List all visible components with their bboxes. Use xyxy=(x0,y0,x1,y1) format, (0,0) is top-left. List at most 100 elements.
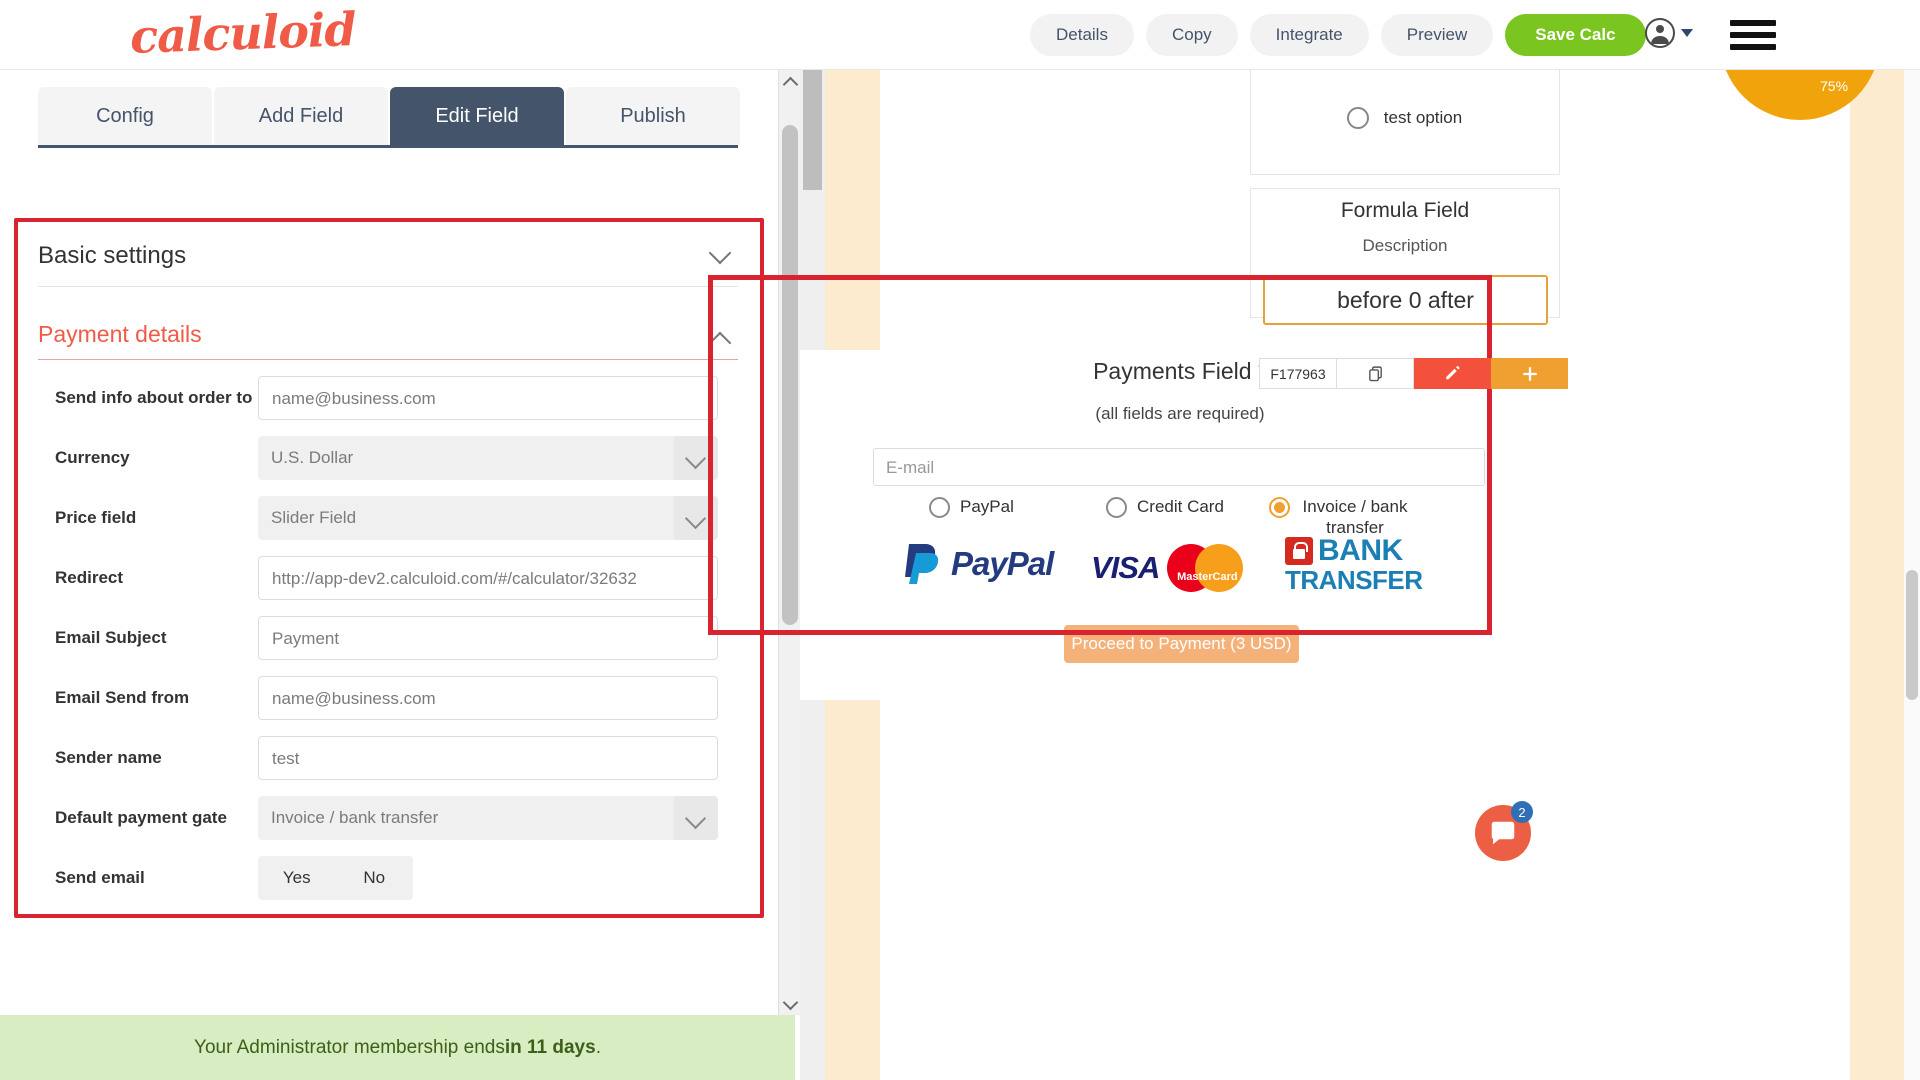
field-label: Price field xyxy=(55,508,137,527)
scrollbar-thumb[interactable] xyxy=(1906,570,1918,700)
banner-suffix: . xyxy=(595,1036,601,1058)
mastercard-logo: MasterCard xyxy=(1167,544,1244,592)
page-scrollbar[interactable] xyxy=(1904,70,1920,1080)
preview-canvas: 75% Payments Field * F177963 xyxy=(800,70,1920,1080)
chevron-down-icon[interactable] xyxy=(712,243,730,261)
send-email-toggle[interactable]: Yes No xyxy=(258,856,413,900)
payment-method-paypal[interactable]: PayPal xyxy=(929,496,1014,518)
field-label: Send email xyxy=(55,868,145,887)
tab-add-field[interactable]: Add Field xyxy=(214,87,388,145)
price-field-select[interactable]: Slider Field xyxy=(258,496,718,540)
payments-field-subtitle: (all fields are required) xyxy=(1095,404,1265,423)
copy-button[interactable]: Copy xyxy=(1145,14,1238,56)
paypal-logo: PayPal xyxy=(901,540,1054,588)
currency-select[interactable]: U.S. Dollar xyxy=(258,436,718,480)
tabs-underline xyxy=(38,145,738,148)
chevron-down-icon xyxy=(674,436,718,480)
editor-scrollbar[interactable] xyxy=(778,70,801,1015)
field-toolbar: F177963 xyxy=(1259,358,1568,389)
scrollbar-thumb[interactable] xyxy=(782,125,798,625)
mastercard-text: MasterCard xyxy=(1177,571,1238,583)
calculator-preview: 75% Payments Field * F177963 xyxy=(800,70,1920,1080)
bank-logo-line1: BANK xyxy=(1318,534,1403,567)
calculoid-logo[interactable]: calculoid xyxy=(129,2,356,64)
payment-method-credit-card[interactable]: Credit Card xyxy=(1106,496,1224,518)
scroll-down-icon[interactable] xyxy=(779,993,801,1015)
chevron-down-icon xyxy=(674,796,718,840)
copy-field-button[interactable] xyxy=(1337,358,1414,389)
user-menu[interactable] xyxy=(1645,18,1693,48)
pencil-icon xyxy=(1445,365,1460,379)
plus-icon xyxy=(1522,366,1537,381)
donut-label: 75% xyxy=(1820,78,1849,94)
payment-method-label: PayPal xyxy=(960,497,1014,516)
save-calc-button[interactable]: Save Calc xyxy=(1505,14,1646,56)
integrate-button[interactable]: Integrate xyxy=(1249,14,1369,56)
payment-logos: PayPal VISA MasterCard BANK TRANSFER xyxy=(873,536,1485,598)
default-payment-gate-value: Invoice / bank transfer xyxy=(271,808,439,827)
test-option-card: test option xyxy=(1250,70,1560,175)
field-label: Default payment gate xyxy=(55,808,227,827)
paypal-text: PayPal xyxy=(951,545,1054,582)
tab-edit-field[interactable]: Edit Field xyxy=(390,87,564,145)
payment-method-invoice[interactable]: Invoice / bank transfer xyxy=(1269,496,1410,538)
send-info-input[interactable]: name@business.com xyxy=(258,376,718,420)
redirect-input[interactable]: http://app-dev2.calculoid.com/#/calculat… xyxy=(258,556,718,600)
preview-button[interactable]: Preview xyxy=(1380,14,1494,56)
card-logos: VISA MasterCard xyxy=(1091,544,1244,592)
field-label: Sender name xyxy=(55,748,162,767)
chat-widget-button[interactable]: 2 xyxy=(1475,801,1533,861)
send-email-yes[interactable]: Yes xyxy=(258,868,336,888)
payments-field-card: Payments Field * F177963 xyxy=(800,350,1568,700)
default-payment-gate-select[interactable]: Invoice / bank transfer xyxy=(258,796,718,840)
test-option-label: test option xyxy=(1383,107,1463,127)
banner-highlight: in 11 days xyxy=(504,1036,596,1058)
field-row-sender-name: Sender name test xyxy=(38,736,738,780)
email-subject-input[interactable]: Payment xyxy=(258,616,718,660)
radio-icon[interactable] xyxy=(1106,497,1127,518)
bank-logo-line2: TRANSFER xyxy=(1285,565,1423,595)
editor-panel: Config Add Field Edit Field Publish Basi… xyxy=(0,70,800,1015)
send-email-no[interactable]: No xyxy=(336,868,414,888)
formula-field-value: before 0 after xyxy=(1263,275,1548,325)
formula-field-description: Description xyxy=(1362,236,1448,255)
paypal-mark-icon xyxy=(901,540,945,588)
sender-name-input[interactable]: test xyxy=(258,736,718,780)
radio-icon[interactable] xyxy=(929,497,950,518)
chevron-down-icon xyxy=(674,496,718,540)
chevron-up-icon[interactable] xyxy=(712,328,730,346)
preview-sheet: 75% Payments Field * F177963 xyxy=(800,70,1880,1080)
field-row-price-field: Price field Slider Field xyxy=(38,496,738,540)
email-send-from-input[interactable]: name@business.com xyxy=(258,676,718,720)
result-donut-chart: 75% xyxy=(1720,70,1880,120)
payments-field-title-text: Payments Field xyxy=(1093,358,1252,384)
tab-publish[interactable]: Publish xyxy=(566,87,740,145)
payment-method-label: Credit Card xyxy=(1137,497,1224,516)
currency-value: U.S. Dollar xyxy=(271,448,354,467)
section-payment-details-header[interactable]: Payment details xyxy=(38,310,738,360)
details-button[interactable]: Details xyxy=(1030,14,1134,56)
tab-config[interactable]: Config xyxy=(38,87,212,145)
edit-field-button[interactable] xyxy=(1414,358,1491,389)
scroll-up-icon[interactable] xyxy=(779,70,801,92)
field-row-email-send-from: Email Send from name@business.com xyxy=(38,676,738,720)
email-input[interactable]: E-mail xyxy=(873,448,1485,486)
scrollbar-thumb[interactable] xyxy=(803,70,822,190)
chevron-down-icon xyxy=(1681,29,1693,37)
radio-icon[interactable] xyxy=(1347,106,1369,129)
proceed-to-payment-button[interactable]: Proceed to Payment (3 USD) xyxy=(1064,625,1299,663)
field-row-send-email: Send email Yes No xyxy=(38,856,738,900)
bank-transfer-logo: BANK TRANSFER xyxy=(1285,536,1423,594)
banner-prefix: Your Administrator membership ends xyxy=(194,1036,505,1058)
price-field-value: Slider Field xyxy=(271,508,357,527)
payment-method-group: PayPal Credit Card Invoice / bank transf… xyxy=(873,496,1485,538)
field-label: Currency xyxy=(55,448,130,467)
visa-logo: VISA xyxy=(1091,550,1160,585)
hamburger-menu-icon[interactable] xyxy=(1730,20,1776,56)
section-payment-details: Payment details Send info about order to… xyxy=(38,310,738,900)
field-label: Redirect xyxy=(55,568,124,587)
add-field-button[interactable] xyxy=(1491,358,1568,389)
section-basic-settings[interactable]: Basic settings xyxy=(38,225,738,287)
radio-selected-icon[interactable] xyxy=(1269,497,1290,518)
chat-unread-badge: 2 xyxy=(1511,801,1533,823)
